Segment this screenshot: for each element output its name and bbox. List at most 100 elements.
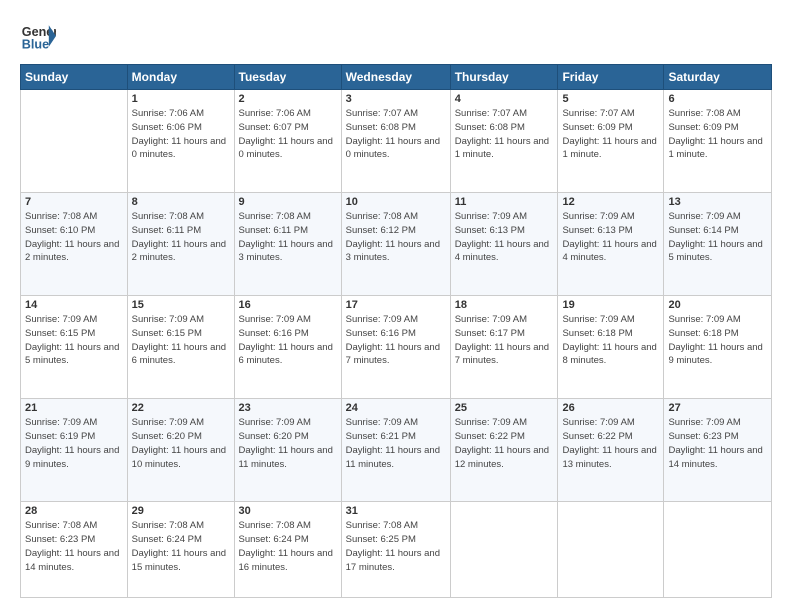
calendar-cell: 13 Sunrise: 7:09 AMSunset: 6:14 PMDaylig… [664,193,772,296]
logo: General Blue [20,18,60,54]
day-info: Sunrise: 7:08 AMSunset: 6:09 PMDaylight:… [668,107,767,162]
week-row-3: 21 Sunrise: 7:09 AMSunset: 6:19 PMDaylig… [21,399,772,502]
calendar-cell: 4 Sunrise: 7:07 AMSunset: 6:08 PMDayligh… [450,90,558,193]
day-number: 1 [132,93,230,105]
day-number: 10 [346,196,446,208]
day-number: 4 [455,93,554,105]
calendar: SundayMondayTuesdayWednesdayThursdayFrid… [20,64,772,598]
calendar-cell: 3 Sunrise: 7:07 AMSunset: 6:08 PMDayligh… [341,90,450,193]
day-info: Sunrise: 7:08 AMSunset: 6:24 PMDaylight:… [132,519,230,574]
day-number: 16 [239,299,337,311]
calendar-cell: 10 Sunrise: 7:08 AMSunset: 6:12 PMDaylig… [341,193,450,296]
calendar-cell [664,502,772,598]
calendar-cell: 16 Sunrise: 7:09 AMSunset: 6:16 PMDaylig… [234,296,341,399]
calendar-cell: 17 Sunrise: 7:09 AMSunset: 6:16 PMDaylig… [341,296,450,399]
day-number: 29 [132,505,230,517]
day-info: Sunrise: 7:07 AMSunset: 6:08 PMDaylight:… [346,107,446,162]
day-info: Sunrise: 7:09 AMSunset: 6:15 PMDaylight:… [25,313,123,368]
calendar-cell: 7 Sunrise: 7:08 AMSunset: 6:10 PMDayligh… [21,193,128,296]
day-info: Sunrise: 7:09 AMSunset: 6:15 PMDaylight:… [132,313,230,368]
weekday-header-tuesday: Tuesday [234,65,341,90]
weekday-header-saturday: Saturday [664,65,772,90]
calendar-cell: 5 Sunrise: 7:07 AMSunset: 6:09 PMDayligh… [558,90,664,193]
day-number: 13 [668,196,767,208]
day-number: 22 [132,402,230,414]
logo-icon: General Blue [20,18,56,54]
calendar-cell: 28 Sunrise: 7:08 AMSunset: 6:23 PMDaylig… [21,502,128,598]
day-number: 27 [668,402,767,414]
weekday-header-wednesday: Wednesday [341,65,450,90]
header: General Blue [20,18,772,54]
day-info: Sunrise: 7:08 AMSunset: 6:24 PMDaylight:… [239,519,337,574]
calendar-cell [450,502,558,598]
day-number: 15 [132,299,230,311]
day-number: 6 [668,93,767,105]
calendar-cell [21,90,128,193]
calendar-cell: 22 Sunrise: 7:09 AMSunset: 6:20 PMDaylig… [127,399,234,502]
calendar-cell: 29 Sunrise: 7:08 AMSunset: 6:24 PMDaylig… [127,502,234,598]
calendar-cell: 2 Sunrise: 7:06 AMSunset: 6:07 PMDayligh… [234,90,341,193]
day-info: Sunrise: 7:09 AMSunset: 6:14 PMDaylight:… [668,210,767,265]
week-row-0: 1 Sunrise: 7:06 AMSunset: 6:06 PMDayligh… [21,90,772,193]
day-number: 23 [239,402,337,414]
day-info: Sunrise: 7:07 AMSunset: 6:09 PMDaylight:… [562,107,659,162]
day-info: Sunrise: 7:09 AMSunset: 6:21 PMDaylight:… [346,416,446,471]
day-info: Sunrise: 7:08 AMSunset: 6:25 PMDaylight:… [346,519,446,574]
day-info: Sunrise: 7:06 AMSunset: 6:06 PMDaylight:… [132,107,230,162]
day-number: 12 [562,196,659,208]
calendar-cell: 23 Sunrise: 7:09 AMSunset: 6:20 PMDaylig… [234,399,341,502]
day-info: Sunrise: 7:09 AMSunset: 6:19 PMDaylight:… [25,416,123,471]
day-number: 26 [562,402,659,414]
calendar-cell: 9 Sunrise: 7:08 AMSunset: 6:11 PMDayligh… [234,193,341,296]
day-number: 9 [239,196,337,208]
calendar-body: 1 Sunrise: 7:06 AMSunset: 6:06 PMDayligh… [21,90,772,598]
weekday-header-friday: Friday [558,65,664,90]
weekday-header-sunday: Sunday [21,65,128,90]
calendar-header: SundayMondayTuesdayWednesdayThursdayFrid… [21,65,772,90]
calendar-cell: 18 Sunrise: 7:09 AMSunset: 6:17 PMDaylig… [450,296,558,399]
day-number: 31 [346,505,446,517]
weekday-row: SundayMondayTuesdayWednesdayThursdayFrid… [21,65,772,90]
calendar-cell: 21 Sunrise: 7:09 AMSunset: 6:19 PMDaylig… [21,399,128,502]
day-number: 7 [25,196,123,208]
day-number: 28 [25,505,123,517]
calendar-table: SundayMondayTuesdayWednesdayThursdayFrid… [20,64,772,598]
day-number: 14 [25,299,123,311]
day-info: Sunrise: 7:09 AMSunset: 6:13 PMDaylight:… [562,210,659,265]
day-info: Sunrise: 7:09 AMSunset: 6:20 PMDaylight:… [132,416,230,471]
day-number: 20 [668,299,767,311]
day-info: Sunrise: 7:08 AMSunset: 6:23 PMDaylight:… [25,519,123,574]
calendar-cell [558,502,664,598]
day-number: 5 [562,93,659,105]
weekday-header-thursday: Thursday [450,65,558,90]
calendar-cell: 6 Sunrise: 7:08 AMSunset: 6:09 PMDayligh… [664,90,772,193]
week-row-2: 14 Sunrise: 7:09 AMSunset: 6:15 PMDaylig… [21,296,772,399]
calendar-cell: 24 Sunrise: 7:09 AMSunset: 6:21 PMDaylig… [341,399,450,502]
calendar-cell: 27 Sunrise: 7:09 AMSunset: 6:23 PMDaylig… [664,399,772,502]
day-info: Sunrise: 7:09 AMSunset: 6:23 PMDaylight:… [668,416,767,471]
day-number: 8 [132,196,230,208]
day-info: Sunrise: 7:09 AMSunset: 6:17 PMDaylight:… [455,313,554,368]
page: General Blue SundayMondayTuesdayWednesda… [0,0,792,612]
svg-text:Blue: Blue [22,38,49,52]
day-info: Sunrise: 7:09 AMSunset: 6:18 PMDaylight:… [562,313,659,368]
calendar-cell: 11 Sunrise: 7:09 AMSunset: 6:13 PMDaylig… [450,193,558,296]
day-info: Sunrise: 7:09 AMSunset: 6:13 PMDaylight:… [455,210,554,265]
day-info: Sunrise: 7:09 AMSunset: 6:16 PMDaylight:… [239,313,337,368]
calendar-cell: 26 Sunrise: 7:09 AMSunset: 6:22 PMDaylig… [558,399,664,502]
day-number: 17 [346,299,446,311]
calendar-cell: 1 Sunrise: 7:06 AMSunset: 6:06 PMDayligh… [127,90,234,193]
calendar-cell: 14 Sunrise: 7:09 AMSunset: 6:15 PMDaylig… [21,296,128,399]
calendar-cell: 19 Sunrise: 7:09 AMSunset: 6:18 PMDaylig… [558,296,664,399]
calendar-cell: 12 Sunrise: 7:09 AMSunset: 6:13 PMDaylig… [558,193,664,296]
day-number: 2 [239,93,337,105]
day-info: Sunrise: 7:09 AMSunset: 6:18 PMDaylight:… [668,313,767,368]
day-info: Sunrise: 7:07 AMSunset: 6:08 PMDaylight:… [455,107,554,162]
week-row-4: 28 Sunrise: 7:08 AMSunset: 6:23 PMDaylig… [21,502,772,598]
calendar-cell: 15 Sunrise: 7:09 AMSunset: 6:15 PMDaylig… [127,296,234,399]
day-number: 30 [239,505,337,517]
day-info: Sunrise: 7:09 AMSunset: 6:16 PMDaylight:… [346,313,446,368]
calendar-cell: 31 Sunrise: 7:08 AMSunset: 6:25 PMDaylig… [341,502,450,598]
day-number: 3 [346,93,446,105]
week-row-1: 7 Sunrise: 7:08 AMSunset: 6:10 PMDayligh… [21,193,772,296]
